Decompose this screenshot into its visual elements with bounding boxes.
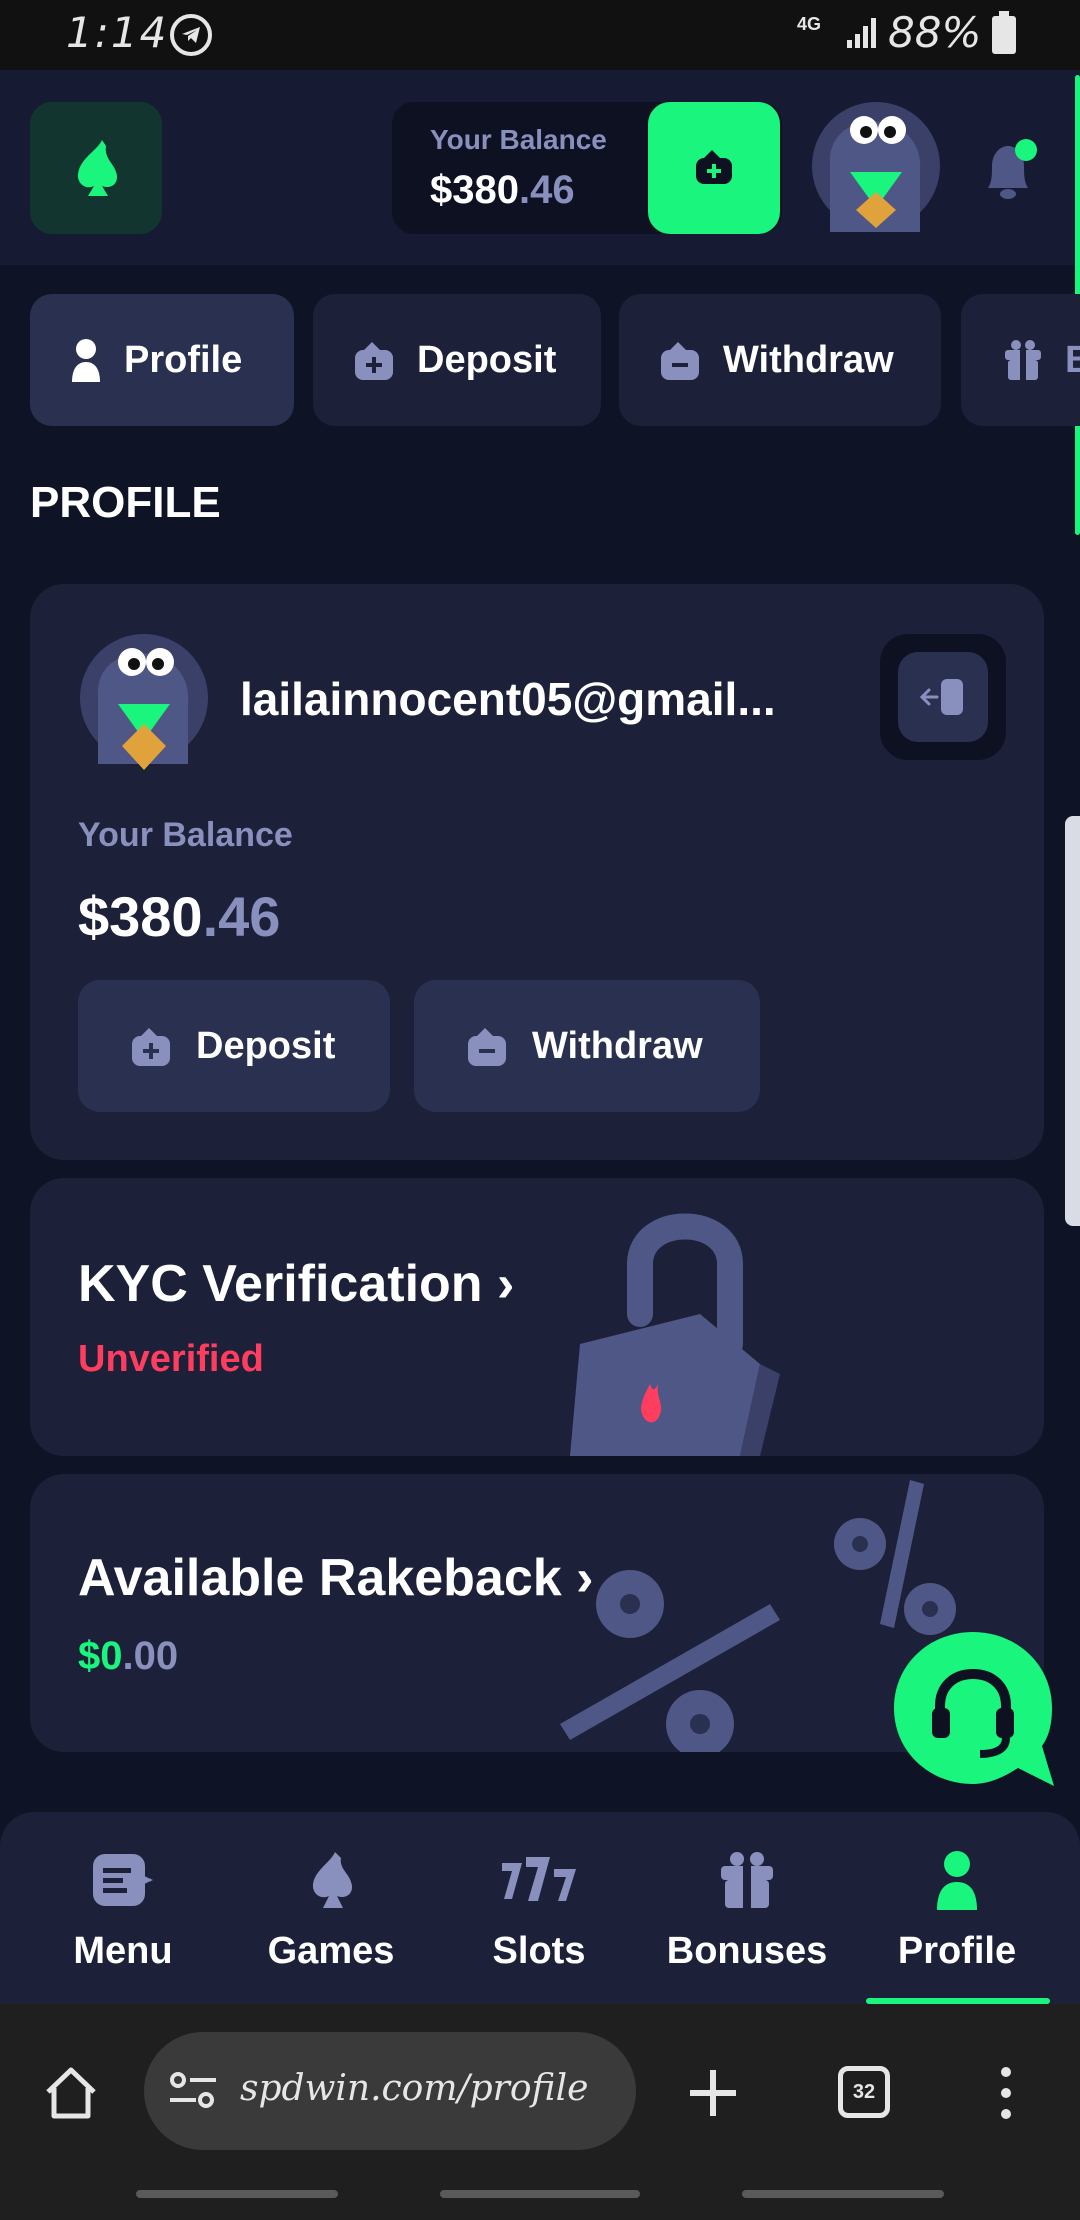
nav-bonuses[interactable]: Bonuses [642, 1812, 852, 2004]
tab-bonuses[interactable]: B [961, 294, 1080, 426]
kyc-verification-card[interactable]: KYC Verification › Unverified [30, 1178, 1044, 1456]
nav-games[interactable]: Games [226, 1812, 436, 2004]
header-deposit-button[interactable] [648, 102, 780, 234]
profile-avatar [80, 634, 208, 770]
user-icon [72, 339, 100, 382]
telegram-icon [170, 14, 212, 56]
rakeback-value: $0.00 [78, 1634, 179, 1678]
nav-menu[interactable]: Menu [18, 1812, 228, 2004]
gesture-bar-center [440, 2190, 640, 2198]
user-icon [937, 1851, 977, 1910]
slots-777-icon [502, 1857, 576, 1901]
chevron-right-icon: › [497, 1255, 515, 1313]
site-settings-icon[interactable] [168, 2070, 218, 2112]
logout-icon [919, 679, 963, 715]
gift-icon [1005, 340, 1041, 380]
profile-withdraw-button[interactable]: Withdraw [414, 980, 760, 1112]
wallet-plus-icon [132, 1028, 170, 1066]
profile-card: lailainnocent05@gmail... Your Balance $3… [30, 584, 1044, 1160]
network-indicator: 4G [797, 14, 822, 34]
profile-tabs: Profile Deposit Withdraw B [30, 294, 1080, 426]
logout-button[interactable] [880, 634, 1006, 760]
browser-toolbar: spdwin.com/profile 32 [0, 2004, 1080, 2220]
kyc-title: KYC Verification › [78, 1255, 515, 1313]
status-bar: 1:14 4G 88% [0, 0, 1080, 70]
support-chat-button[interactable] [890, 1628, 1056, 1794]
nav-profile[interactable]: Profile [852, 1812, 1062, 2004]
lock-illustration-icon [570, 1213, 780, 1456]
address-bar[interactable]: spdwin.com/profile [144, 2032, 636, 2150]
chevron-right-icon: › [576, 1549, 594, 1607]
gift-icon [721, 1852, 773, 1908]
header-balance-label: Your Balance [430, 124, 607, 155]
spade-icon [312, 1852, 353, 1908]
signal-icon [847, 18, 876, 48]
url-text: spdwin.com/profile [240, 2068, 589, 2109]
site-header: Your Balance $380.46 [0, 70, 1080, 265]
bottom-navigation: Menu Games Slots Bonuses Profile [0, 1812, 1080, 2004]
gesture-bar-left [136, 2190, 338, 2198]
profile-balance-value: $380.46 [78, 885, 281, 948]
user-email: lailainnocent05@gmail... [240, 673, 776, 725]
home-icon[interactable] [42, 2064, 100, 2122]
nav-slots[interactable]: Slots [434, 1812, 644, 2004]
kyc-status: Unverified [78, 1338, 264, 1380]
wallet-plus-icon [696, 150, 732, 184]
rakeback-title: Available Rakeback › [78, 1549, 594, 1607]
header-balance-value: $380.46 [430, 168, 575, 212]
wallet-minus-icon [468, 1028, 506, 1066]
menu-icon [93, 1854, 153, 1906]
wallet-plus-icon [355, 342, 393, 380]
status-time: 1:14 [66, 8, 169, 57]
notification-bell-icon[interactable] [978, 136, 1038, 206]
new-tab-icon[interactable] [688, 2068, 738, 2118]
page-title: PROFILE [30, 478, 221, 527]
spade-logo-icon [77, 140, 118, 196]
user-avatar[interactable] [810, 100, 942, 232]
tab-switcher-button[interactable]: 32 [838, 2066, 890, 2118]
profile-balance-label: Your Balance [78, 816, 293, 854]
battery-percent: 88% [888, 8, 982, 57]
site-logo[interactable] [30, 102, 162, 234]
battery-icon [992, 11, 1016, 54]
gesture-bar-right [742, 2190, 944, 2198]
scrollbar-thumb[interactable] [1065, 816, 1080, 1226]
tab-deposit[interactable]: Deposit [313, 294, 601, 426]
profile-deposit-button[interactable]: Deposit [78, 980, 390, 1112]
more-options-icon[interactable] [996, 2066, 1016, 2120]
wallet-minus-icon [661, 342, 699, 380]
tab-withdraw[interactable]: Withdraw [619, 294, 941, 426]
tab-profile[interactable]: Profile [30, 294, 294, 426]
